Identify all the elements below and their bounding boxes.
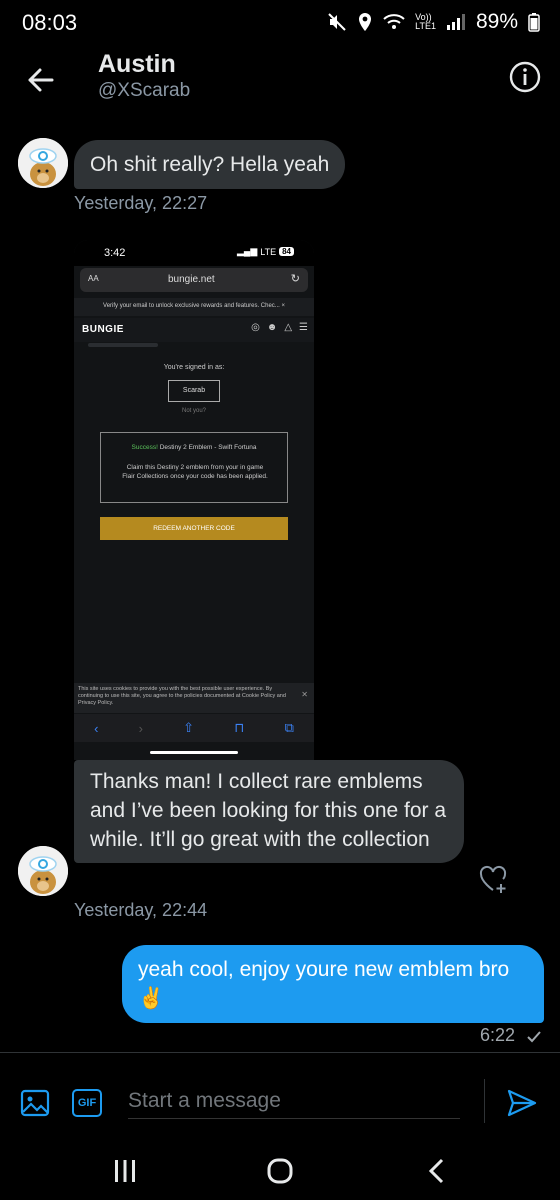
message-timestamp: Yesterday, 22:27: [74, 193, 208, 213]
attached-tab-pill: [88, 343, 158, 347]
message-bubble-outgoing[interactable]: yeah cool, enjoy youre new emblem bro ✌️: [122, 945, 544, 1023]
contact-handle[interactable]: @XScarab: [98, 80, 190, 102]
check-icon: [527, 1031, 541, 1043]
wifi-icon: [383, 14, 405, 29]
tabs-icon: ⧉: [284, 720, 294, 735]
attached-aa: AA: [88, 274, 99, 283]
image-icon[interactable]: [20, 1088, 50, 1118]
dog-avatar-icon: [18, 846, 68, 896]
attached-redeem-button: REDEEM ANOTHER CODE: [100, 517, 288, 540]
recent-apps-icon[interactable]: [112, 1158, 138, 1184]
attached-battery: 84: [279, 247, 294, 256]
dog-avatar-icon: [18, 138, 68, 188]
attached-nav-icons: ◎ ☻ △ ☰: [251, 322, 308, 333]
attached-success-item: Destiny 2 Emblem - Swift Fortuna: [159, 444, 257, 451]
back-arrow-icon[interactable]: [22, 62, 58, 98]
globe-icon: ◎: [251, 322, 260, 333]
close-icon: ✕: [301, 690, 308, 699]
network-label: Vo)) LTE1: [415, 12, 436, 31]
info-icon[interactable]: [508, 60, 542, 94]
victory-hand-emoji: ✌️: [138, 987, 165, 1010]
attached-network: LTE: [260, 246, 277, 257]
status-bar: 08:03 Vo)) LTE1 89%: [0, 0, 560, 48]
attached-cookie-notice: This site uses cookies to provide you wi…: [74, 683, 314, 713]
attached-url-host: bungie.net: [168, 274, 215, 285]
attached-success-label: Success!: [131, 444, 158, 451]
attached-site-nav: BUNGIE ◎ ☻ △ ☰: [74, 318, 314, 342]
gif-button[interactable]: GIF: [72, 1089, 102, 1117]
attached-signal-icon: ▂▄▆: [237, 246, 258, 256]
attached-time: 3:42: [104, 247, 126, 259]
avatar[interactable]: [18, 138, 68, 188]
attached-verify-banner: Verify your email to unlock exclusive re…: [74, 298, 314, 316]
signal-icon: [446, 14, 465, 30]
bungie-logo: BUNGIE: [82, 324, 124, 335]
attached-signed-in: You're signed in as:: [163, 364, 225, 371]
reload-icon: ↻: [290, 273, 300, 285]
back-nav-icon[interactable]: [427, 1158, 447, 1184]
home-icon[interactable]: [267, 1158, 293, 1184]
status-icons: Vo)) LTE1 89%: [327, 10, 540, 34]
attached-browser-toolbar: ‹ › ⇧ ⊓ ⧉: [74, 714, 314, 742]
attached-image[interactable]: 3:42 ▂▄▆ LTE 84 AA bungie.net ↻ Verify y…: [74, 240, 314, 760]
bookmarks-icon: ⊓: [234, 720, 245, 735]
message-input[interactable]: [128, 1083, 460, 1119]
attached-success-title: Success! Destiny 2 Emblem - Swift Fortun…: [101, 444, 287, 451]
message-bubble-incoming[interactable]: Oh shit really? Hella yeah: [74, 140, 346, 189]
browser-back-icon: ‹: [94, 720, 99, 736]
menu-icon: ☰: [299, 322, 308, 333]
attached-url-bar: AA bungie.net ↻: [80, 268, 308, 292]
conversation-header: Austin @XScarab: [0, 48, 560, 116]
message-text: yeah cool, enjoy youre new emblem bro: [138, 958, 510, 981]
attached-not-you: Not you?: [181, 408, 206, 414]
message-timestamp: Yesterday, 22:44: [74, 900, 208, 920]
status-time: 08:03: [22, 10, 78, 35]
attached-home-indicator: [150, 751, 238, 754]
contact-name[interactable]: Austin: [98, 50, 176, 79]
avatar[interactable]: [18, 846, 68, 896]
message-timestamp: 6:22: [480, 1025, 516, 1045]
message-bubble-incoming[interactable]: Thanks man! I collect rare emblems and I…: [74, 760, 464, 863]
divider: [484, 1079, 485, 1123]
attached-cookie-text: This site uses cookies to provide you wi…: [78, 686, 286, 706]
attached-signal: ▂▄▆ LTE 84: [237, 246, 294, 257]
send-icon[interactable]: [506, 1087, 538, 1119]
attached-username: Scarab: [168, 380, 220, 402]
browser-forward-icon: ›: [138, 720, 143, 736]
attached-success-box: Success! Destiny 2 Emblem - Swift Fortun…: [100, 432, 288, 503]
android-nav-bar: [0, 1148, 560, 1200]
add-reaction-icon[interactable]: [476, 862, 510, 896]
mute-icon: [328, 13, 346, 31]
message-composer: GIF: [0, 1052, 560, 1148]
attached-success-body: Claim this Destiny 2 emblem from your in…: [122, 464, 268, 480]
users-icon: ☻: [266, 322, 278, 333]
battery-icon: [528, 13, 540, 32]
attached-status-bar: 3:42 ▂▄▆ LTE 84: [74, 240, 314, 266]
share-icon: ⇧: [183, 720, 195, 735]
bell-icon: △: [284, 322, 293, 333]
battery-percent: 89%: [475, 10, 518, 33]
location-icon: [359, 13, 372, 31]
